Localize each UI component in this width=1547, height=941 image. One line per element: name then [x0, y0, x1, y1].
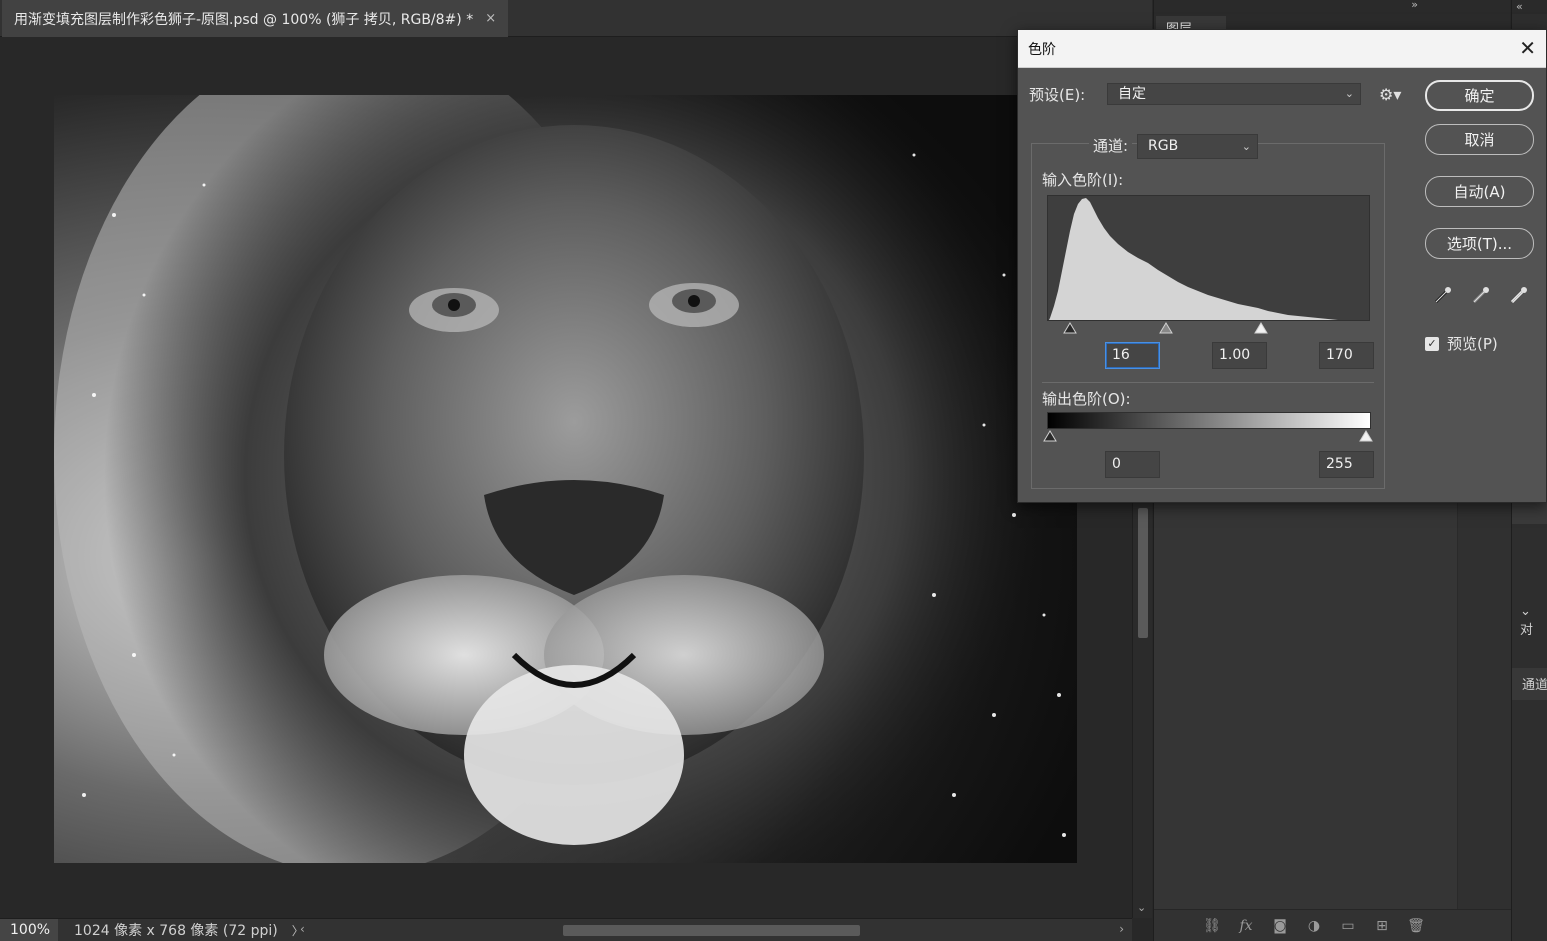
close-dialog-icon[interactable]: ✕: [1519, 37, 1536, 59]
panel-item-channels[interactable]: 通道: [1512, 668, 1547, 700]
document-info: 1024 像素 x 768 像素 (72 ppi): [74, 923, 278, 939]
chevron-down-icon: ⌄: [1241, 140, 1251, 153]
preset-select[interactable]: 自定 ⌄: [1107, 83, 1361, 105]
document-tab[interactable]: 用渐变填充图层制作彩色狮子-原图.psd @ 100% (狮子 拷贝, RGB/…: [2, 0, 508, 37]
preset-label: 预设(E):: [1029, 86, 1086, 104]
eyedropper-group: [1433, 285, 1529, 305]
chevron-down-icon: ⌄: [1344, 87, 1354, 100]
levels-dialog: 色阶 ✕ 预设(E): 自定 ⌄ ⚙▾ 通道: RGB ⌄ 输入色阶(I): 1…: [1017, 29, 1547, 503]
white-point-eyedropper-icon[interactable]: [1509, 285, 1529, 305]
options-button[interactable]: 选项(T)...: [1425, 228, 1534, 259]
hand-tool-icon[interactable]: [1512, 500, 1547, 524]
channel-value: RGB: [1148, 138, 1179, 154]
horizontal-scrollbar[interactable]: ‹ ›: [298, 922, 1128, 939]
input-gamma-field[interactable]: 1.00: [1212, 342, 1267, 369]
document-tab-title: 用渐变填充图层制作彩色狮子-原图.psd @ 100% (狮子 拷贝, RGB/…: [14, 11, 474, 28]
document-tab-bar: 用渐变填充图层制作彩色狮子-原图.psd @ 100% (狮子 拷贝, RGB/…: [0, 0, 1152, 37]
lion-image[interactable]: [54, 95, 1077, 863]
expand-panels-icon[interactable]: «: [1512, 0, 1547, 14]
vertical-scroll-thumb[interactable]: [1138, 508, 1148, 638]
gear-icon[interactable]: ⚙▾: [1379, 85, 1401, 104]
checkmark-icon: ✓: [1425, 336, 1439, 351]
input-levels-slider[interactable]: [1047, 322, 1370, 336]
layers-panel-footer: ⛓ fx ◙ ◑ ▭ ⊞ 🗑: [1154, 909, 1511, 941]
dialog-title-bar[interactable]: 色阶 ✕: [1018, 30, 1546, 68]
zoom-field[interactable]: 100%: [0, 918, 58, 941]
output-levels-label: 输出色阶(O):: [1042, 390, 1131, 408]
channel-select[interactable]: RGB ⌄: [1137, 134, 1258, 159]
new-layer-icon[interactable]: ⊞: [1372, 917, 1392, 935]
status-bar: 100% 1024 像素 x 768 像素 (72 ppi) 〉 ‹ ›: [0, 918, 1132, 941]
panel-item-properties-label: 对: [1520, 623, 1534, 638]
preset-value: 自定: [1118, 86, 1146, 102]
input-white-field[interactable]: 170: [1319, 342, 1374, 369]
panel-item-properties[interactable]: ⌄ 对: [1512, 604, 1547, 638]
add-mask-icon[interactable]: ◙: [1270, 917, 1290, 935]
preview-label: 预览(P): [1447, 335, 1498, 353]
adjustment-layer-icon[interactable]: ◑: [1304, 917, 1324, 935]
dialog-title: 色阶: [1028, 41, 1056, 58]
input-levels-label: 输入色阶(I):: [1042, 171, 1124, 189]
group-folder-icon[interactable]: ▭: [1338, 917, 1358, 935]
scroll-right-icon[interactable]: ›: [1119, 922, 1124, 936]
auto-button[interactable]: 自动(A): [1425, 176, 1534, 207]
ok-button[interactable]: 确定: [1425, 80, 1534, 111]
collapse-panels-icon[interactable]: »: [1411, 0, 1418, 11]
preview-checkbox[interactable]: ✓ 预览(P): [1425, 333, 1498, 354]
lion-artwork: [54, 95, 1077, 863]
output-black-field[interactable]: 0: [1105, 451, 1160, 478]
channel-label: 通道:: [1089, 135, 1133, 156]
levels-separator: [1042, 382, 1374, 383]
input-black-field[interactable]: 16: [1105, 342, 1160, 369]
scroll-down-icon[interactable]: ⌄: [1137, 901, 1146, 914]
histogram-graph: [1049, 198, 1348, 320]
cancel-button[interactable]: 取消: [1425, 124, 1534, 155]
canvas-area[interactable]: [0, 38, 1132, 918]
scroll-left-icon[interactable]: ‹: [300, 922, 305, 936]
close-tab-icon[interactable]: ×: [485, 11, 496, 26]
output-gradient: [1047, 412, 1371, 429]
horizontal-scroll-thumb[interactable]: [563, 925, 860, 936]
output-levels-slider[interactable]: [1043, 430, 1373, 444]
photoshop-window: 用渐变填充图层制作彩色狮子-原图.psd @ 100% (狮子 拷贝, RGB/…: [0, 0, 1547, 941]
gray-point-eyedropper-icon[interactable]: [1471, 285, 1491, 305]
output-white-field[interactable]: 255: [1319, 451, 1374, 478]
panel-collapse-strip[interactable]: »: [1154, 0, 1510, 14]
delete-layer-icon[interactable]: 🗑: [1406, 917, 1426, 935]
black-point-eyedropper-icon[interactable]: [1433, 285, 1453, 305]
histogram: [1047, 195, 1370, 321]
panel-item-channels-label: 通道: [1522, 678, 1547, 693]
link-layers-icon[interactable]: ⛓: [1202, 917, 1222, 935]
fx-icon[interactable]: fx: [1236, 917, 1256, 935]
